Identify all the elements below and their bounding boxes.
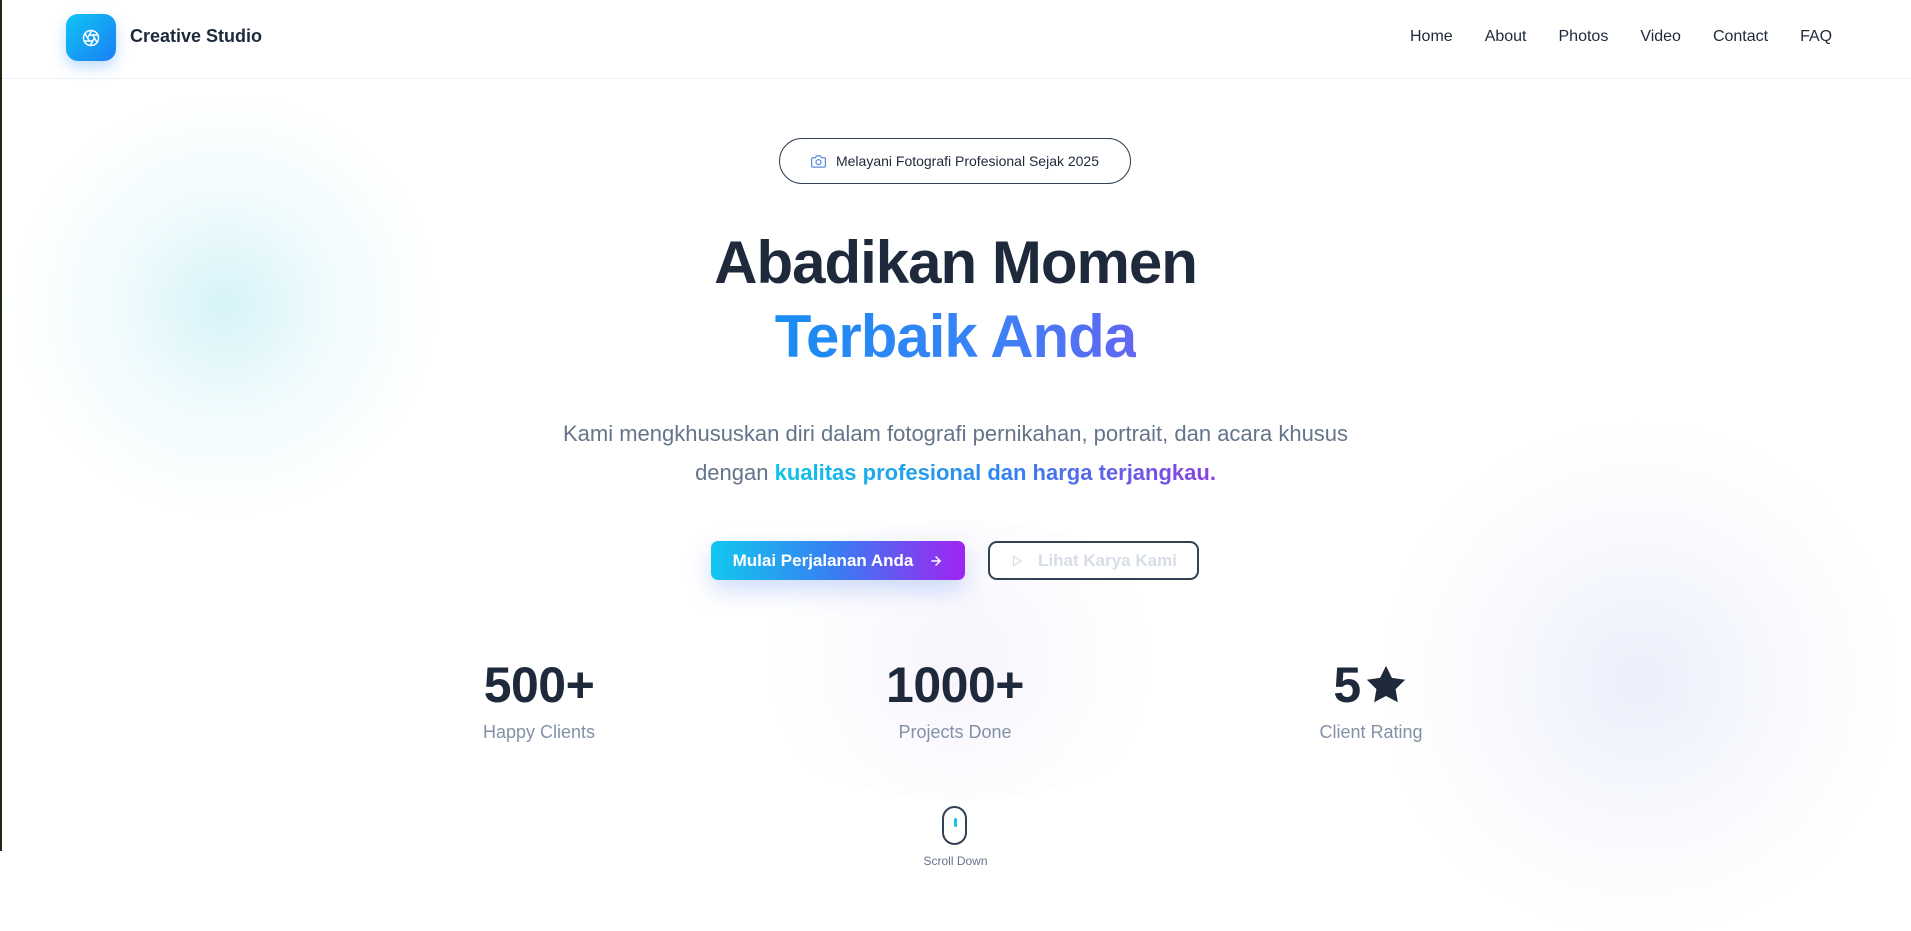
hero-description-highlight: kualitas profesional dan harga terjangka… bbox=[774, 460, 1216, 485]
brand-name[interactable]: Creative Studio bbox=[130, 26, 262, 47]
aperture-icon bbox=[82, 29, 100, 46]
stat-label: Projects Done bbox=[898, 722, 1012, 742]
stat-value-row: 5 bbox=[1241, 656, 1501, 714]
hero-description-prefix: dengan bbox=[695, 460, 775, 485]
hero-title-gradient-text: Terbaik Anda bbox=[774, 303, 1137, 370]
stat-projects-done: 1000+ Projects Done bbox=[825, 656, 1085, 743]
stat-client-rating: 5 Client Rating bbox=[1241, 656, 1501, 743]
stat-value: 1000+ bbox=[886, 657, 1024, 713]
badge-text: Melayani Fotografi Profesional Sejak 202… bbox=[835, 153, 1100, 169]
stat-label: Happy Clients bbox=[482, 722, 596, 742]
nav-link-photos[interactable]: Photos bbox=[1559, 28, 1609, 46]
arrow-right-icon bbox=[931, 555, 942, 566]
start-journey-label: Mulai Perjalanan Anda bbox=[732, 550, 914, 570]
start-journey-button[interactable]: Mulai Perjalanan Anda bbox=[711, 541, 965, 580]
mouse-wheel bbox=[954, 818, 957, 827]
nav-link-video[interactable]: Video bbox=[1640, 28, 1681, 46]
rating-value-group: 5 bbox=[1333, 656, 1408, 714]
hero-description-line1: Kami mengkhususkan diri dalam fotografi … bbox=[562, 421, 1349, 446]
camera-icon bbox=[810, 154, 826, 168]
hero-title-line2: Terbaik Anda bbox=[0, 302, 1911, 371]
since-badge: Melayani Fotografi Profesional Sejak 202… bbox=[779, 138, 1131, 184]
stat-label: Client Rating bbox=[1319, 722, 1423, 742]
hero-description-line2: dengan kualitas profesional dan harga te… bbox=[0, 453, 1911, 492]
play-icon bbox=[1012, 555, 1022, 566]
star-icon bbox=[1366, 665, 1405, 703]
stat-happy-clients: 500+ Happy Clients bbox=[409, 656, 669, 743]
view-work-button[interactable]: Lihat Karya Kami bbox=[988, 541, 1199, 580]
nav-link-home[interactable]: Home bbox=[1410, 28, 1453, 46]
nav-link-about[interactable]: About bbox=[1485, 28, 1527, 46]
stat-value: 500+ bbox=[483, 657, 595, 713]
site-header: Creative Studio Home About Photos Video … bbox=[2, 0, 1911, 79]
page: Creative Studio Home About Photos Video … bbox=[0, 0, 1911, 931]
stat-value: 5 bbox=[1333, 657, 1361, 713]
hero-title-line1: Abadikan Momen bbox=[714, 229, 1198, 296]
view-work-label: Lihat Karya Kami bbox=[1038, 550, 1177, 570]
scroll-down-label: Scroll Down bbox=[923, 854, 988, 868]
nav-link-faq[interactable]: FAQ bbox=[1800, 28, 1832, 46]
main-nav: Home About Photos Video Contact FAQ bbox=[1410, 28, 1832, 46]
scroll-mouse-icon[interactable] bbox=[942, 806, 967, 845]
nav-link-contact[interactable]: Contact bbox=[1713, 28, 1768, 46]
logo[interactable] bbox=[66, 14, 116, 61]
